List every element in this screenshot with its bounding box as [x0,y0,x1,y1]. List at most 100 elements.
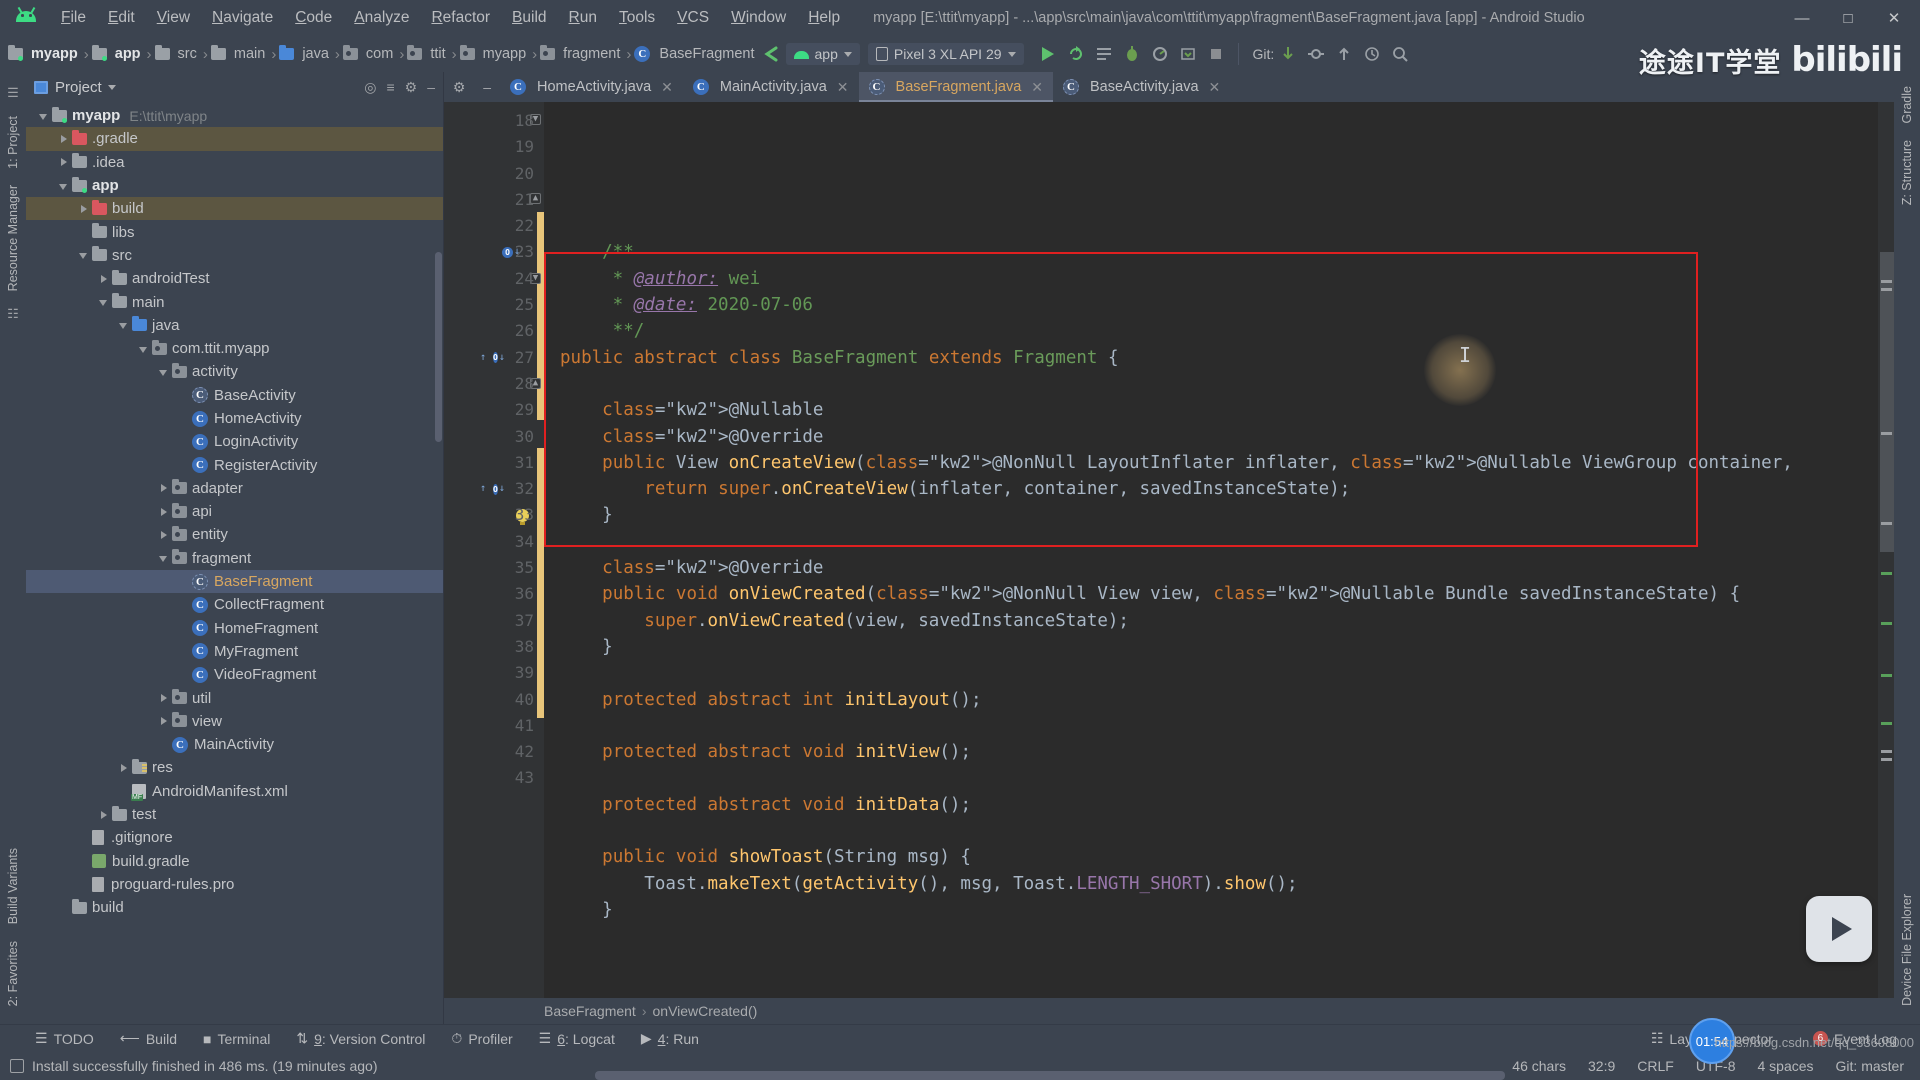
rail-item-structure[interactable]: Z: Structure [1900,132,1914,213]
tree-item-java[interactable]: java [26,314,443,337]
tree-item-api[interactable]: api [26,500,443,523]
chevron-right-icon[interactable] [58,156,70,168]
tree-item-app[interactable]: app [26,174,443,197]
breadcrumb-item-basefragment[interactable]: C BaseFragment [634,44,757,64]
tree-item-homeactivity[interactable]: C HomeActivity [26,407,443,430]
attach-debugger-icon[interactable] [1174,41,1202,67]
chevron-down-icon[interactable] [38,110,50,122]
tree-item-loginactivity[interactable]: C LoginActivity [26,430,443,453]
tree-item-adapter[interactable]: adapter [26,477,443,500]
rail-item-project[interactable]: 1: Project [6,108,20,177]
code-line[interactable]: protected abstract void initData(); [560,792,1878,818]
code-line[interactable]: class="kw2">@Override [560,555,1878,581]
maximize-button[interactable]: □ [1826,3,1870,33]
editor-tab-mainactivity-java[interactable]: C MainActivity.java ✕ [682,72,859,102]
close-icon[interactable]: ✕ [661,79,673,96]
menu-item-file[interactable]: File [50,5,97,31]
status-line-separator[interactable]: CRLF [1637,1058,1674,1074]
rail-item-gradle[interactable]: Gradle [1900,78,1914,132]
status-git-branch[interactable]: Git: master [1836,1058,1904,1074]
stop-button[interactable] [1202,41,1230,67]
settings-gear-icon[interactable]: ⚙ [405,79,418,96]
chevron-right-icon[interactable] [158,715,170,727]
project-rail-icon[interactable]: ☰ [7,78,19,108]
structure-rail-icon[interactable]: ☷ [7,299,19,329]
code-line[interactable]: public void showToast(String msg) { [560,844,1878,870]
code-line[interactable]: class="kw2">@Override [560,424,1878,450]
tree-item-main[interactable]: main [26,290,443,313]
code-line[interactable]: /** [560,239,1878,265]
code-line[interactable]: **/ [560,318,1878,344]
chevron-right-icon[interactable] [58,133,70,145]
close-button[interactable]: ✕ [1872,3,1916,33]
chevron-down-icon[interactable] [158,552,170,564]
collapse-all-icon[interactable]: ≡ [386,79,394,95]
code-line[interactable]: } [560,634,1878,660]
tree-item-homefragment[interactable]: C HomeFragment [26,617,443,640]
code-line[interactable]: super.onViewCreated(view, savedInstanceS… [560,608,1878,634]
run-configuration-selector[interactable]: app [785,43,860,65]
editor-scrollbar[interactable] [1880,252,1894,552]
tree-item-videofragment[interactable]: C VideoFragment [26,663,443,686]
tool-window-profiler[interactable]: ⏱ Profiler [438,1028,525,1049]
tree-item-registeractivity[interactable]: C RegisterActivity [26,453,443,476]
tool-window-terminal[interactable]: ■ Terminal [190,1029,283,1049]
code-line[interactable] [560,529,1878,555]
chevron-right-icon[interactable] [98,809,110,821]
editor-tab-basefragment-java[interactable]: C BaseFragment.java ✕ [858,72,1054,102]
chevron-down-icon[interactable] [107,84,116,90]
git-commit-icon[interactable] [1302,41,1330,67]
tree-item-test[interactable]: test [26,803,443,826]
breadcrumb-item-fragment[interactable]: fragment › [540,44,634,64]
code-line[interactable]: * @date: 2020-07-06 [560,292,1878,318]
code-line[interactable]: public void onViewCreated(class="kw2">@N… [560,581,1878,607]
search-everywhere-icon[interactable] [1386,41,1414,67]
code-line[interactable]: } [560,897,1878,923]
tree-item-fragment[interactable]: fragment [26,547,443,570]
git-history-icon[interactable] [1358,41,1386,67]
rail-item-favorites[interactable]: 2: Favorites [6,933,20,1014]
code-line[interactable]: } [560,502,1878,528]
menu-item-view[interactable]: View [146,5,201,31]
tree-item-collectfragment[interactable]: C CollectFragment [26,593,443,616]
breadcrumb-item-com[interactable]: com › [342,44,407,64]
minimize-button[interactable]: — [1780,3,1824,33]
breadcrumb-item-java[interactable]: java › [279,44,343,64]
code-line[interactable]: public abstract class BaseFragment exten… [560,345,1878,371]
menu-item-edit[interactable]: Edit [97,5,146,31]
menu-item-refactor[interactable]: Refactor [420,5,501,31]
editor-breadcrumb[interactable]: BaseFragment › onViewCreated() [444,998,1894,1080]
git-push-icon[interactable] [1330,41,1358,67]
menu-item-vcs[interactable]: VCS [666,5,720,31]
code-line[interactable] [560,765,1878,791]
code-line[interactable]: * @author: wei [560,266,1878,292]
status-caret-position[interactable]: 32:9 [1588,1058,1615,1074]
breadcrumb-item-ttit[interactable]: ttit › [407,44,459,64]
code-line[interactable] [560,660,1878,686]
tree-item-proguard-rules-pro[interactable]: proguard-rules.pro [26,873,443,896]
close-icon[interactable]: ✕ [1031,79,1043,96]
project-scrollbar[interactable] [435,252,442,442]
code-line[interactable]: public View onCreateView(class="kw2">@No… [560,450,1878,476]
code-line[interactable]: return super.onCreateView(inflater, cont… [560,476,1878,502]
tree-item-androidmanifest-xml[interactable]: AndroidManifest.xml [26,780,443,803]
menu-item-tools[interactable]: Tools [608,5,666,31]
status-indent[interactable]: 4 spaces [1757,1058,1813,1074]
rail-item-device-file-explorer[interactable]: Device File Explorer [1900,886,1914,1014]
breadcrumb-item-app[interactable]: app › [91,44,155,64]
apply-code-changes-button[interactable] [1090,41,1118,67]
code-line[interactable] [560,713,1878,739]
chevron-right-icon[interactable] [158,529,170,541]
editor-tab-homeactivity-java[interactable]: C HomeActivity.java ✕ [500,72,683,102]
editor-horizontal-scrollbar[interactable] [595,1071,1505,1080]
tab-settings-gear-icon[interactable]: ⚙ [453,79,466,96]
tab-hide-icon[interactable]: – [483,79,491,95]
code-text[interactable]: I /** * @author: wei * @date: 2020-07-06… [544,102,1878,998]
menu-item-window[interactable]: Window [720,5,797,31]
menu-item-code[interactable]: Code [284,5,343,31]
tree-item-libs[interactable]: libs [26,220,443,243]
code-line[interactable]: Toast.makeText(getActivity(), msg, Toast… [560,871,1878,897]
tree-item-basefragment[interactable]: C BaseFragment [26,569,443,594]
chevron-down-icon[interactable] [78,249,90,261]
code-line[interactable]: protected abstract int initLayout(); [560,687,1878,713]
